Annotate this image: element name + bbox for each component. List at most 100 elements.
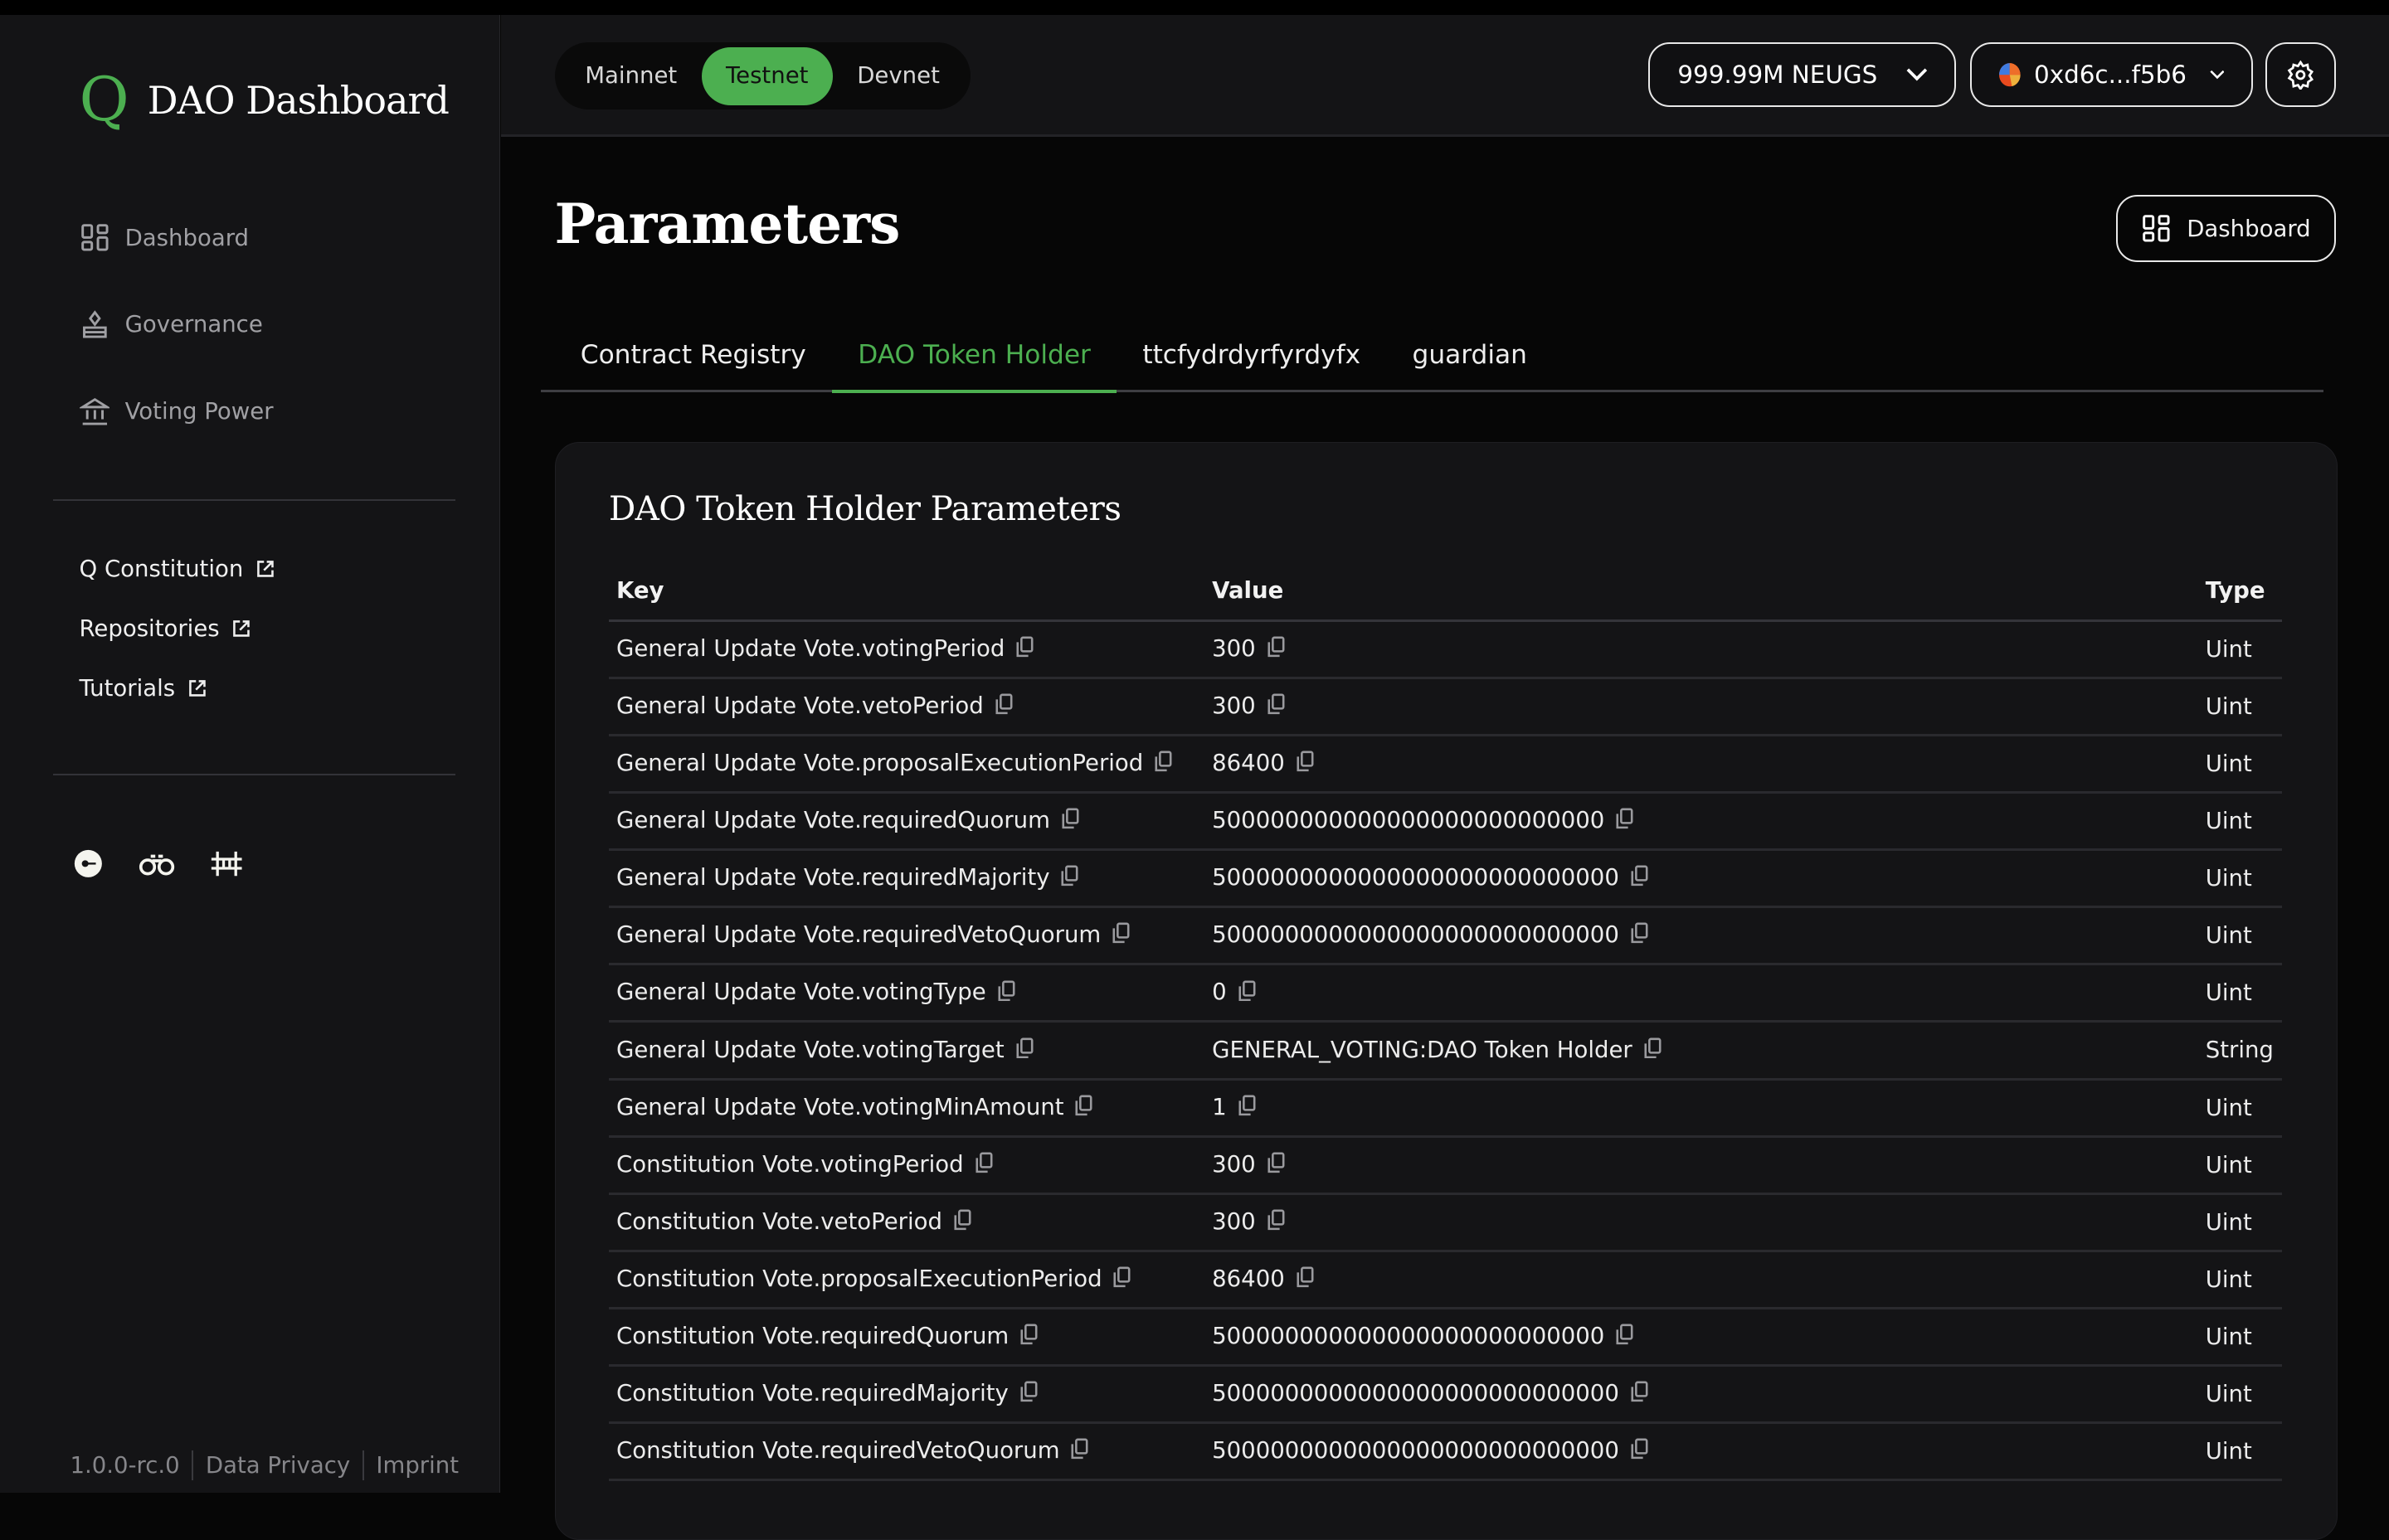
table-row: Constitution Vote.requiredQuorum 50000000…: [608, 1308, 2282, 1368]
link-q-constitution[interactable]: Q Constitution: [80, 556, 275, 582]
param-type: Uint: [2197, 735, 2282, 794]
copy-icon[interactable]: [1615, 808, 1633, 835]
copy-icon[interactable]: [1267, 636, 1285, 663]
copy-icon[interactable]: [1238, 980, 1256, 1008]
param-key: General Update Vote.votingTarget: [608, 1021, 1204, 1081]
copy-icon[interactable]: [1630, 865, 1648, 892]
copy-icon[interactable]: [1019, 1324, 1038, 1351]
param-key: General Update Vote.votingType: [608, 964, 1204, 1023]
sidebar-divider: [53, 774, 456, 775]
link-repositories[interactable]: Repositories: [80, 615, 252, 642]
settings-button[interactable]: [2265, 42, 2336, 107]
table-row: General Update Vote.votingPeriod 300 Uint: [608, 620, 2282, 679]
link-tutorials[interactable]: Tutorials: [80, 675, 207, 702]
param-type: Uint: [2197, 1079, 2282, 1138]
copy-icon[interactable]: [1112, 922, 1130, 950]
copy-icon[interactable]: [1015, 1037, 1034, 1065]
copy-icon[interactable]: [1015, 636, 1034, 663]
binoculars-icon[interactable]: [139, 847, 175, 880]
balance-dropdown[interactable]: 999.99M NEUGS: [1648, 42, 1957, 107]
imprint-link[interactable]: Imprint: [376, 1452, 459, 1479]
copy-icon[interactable]: [1154, 751, 1172, 778]
account-dropdown[interactable]: 0xd6c...f5b6: [1969, 42, 2254, 107]
copy-icon[interactable]: [1267, 693, 1285, 721]
param-value: 86400: [1204, 1251, 2198, 1309]
top-header: Mainnet Testnet Devnet 999.99M NEUGS 0xd…: [501, 15, 2389, 137]
param-key-text: General Update Vote.proposalExecutionPer…: [616, 750, 1144, 777]
page-title: Parameters: [554, 192, 901, 257]
copy-icon[interactable]: [1643, 1037, 1662, 1065]
param-type: Uint: [2197, 1422, 2282, 1482]
param-key: General Update Vote.proposalExecutionPer…: [608, 735, 1204, 794]
chevron-down-icon: [2209, 70, 2225, 79]
copy-icon[interactable]: [1630, 1381, 1648, 1408]
param-type: Uint: [2197, 1251, 2282, 1309]
table-row: Constitution Vote.requiredVetoQuorum 5000…: [608, 1422, 2282, 1482]
gear-icon: [2287, 60, 2314, 90]
account-avatar: [1998, 62, 2021, 87]
param-value-text: 300: [1212, 1150, 1256, 1178]
param-key-text: General Update Vote.vetoPeriod: [616, 692, 984, 719]
external-link-icon: [233, 620, 251, 637]
param-key-text: General Update Vote.votingType: [616, 979, 986, 1006]
footer-separator: [192, 1450, 194, 1481]
param-value-text: 0: [1212, 979, 1227, 1006]
copy-icon[interactable]: [1061, 808, 1079, 835]
column-value: Value: [1204, 561, 2198, 622]
copy-icon[interactable]: [1060, 865, 1078, 892]
table-row: Constitution Vote.votingPeriod 300 Uint: [608, 1136, 2282, 1195]
footer-separator: [362, 1450, 364, 1481]
table-row: Constitution Vote.proposalExecutionPerio…: [608, 1251, 2282, 1309]
tab-guardian[interactable]: guardian: [1386, 320, 1553, 390]
tab-ttcfydrdyrfyrdyfx[interactable]: ttcfydrdyrfyrdyfx: [1117, 320, 1386, 390]
tab-contract-registry[interactable]: Contract Registry: [541, 320, 832, 390]
param-value: 300: [1204, 1136, 2198, 1195]
sidebar-item-dashboard[interactable]: Dashboard: [80, 222, 249, 253]
copy-icon[interactable]: [1615, 1324, 1633, 1351]
param-value-text: 5000000000000000000000000000: [1212, 921, 1619, 949]
app-logo[interactable]: Q DAO Dashboard: [80, 70, 450, 130]
copy-icon[interactable]: [1630, 922, 1648, 950]
copy-icon[interactable]: [1074, 1095, 1092, 1122]
param-key: Constitution Vote.requiredQuorum: [608, 1308, 1204, 1368]
copy-icon[interactable]: [1630, 1438, 1648, 1465]
copy-icon[interactable]: [997, 980, 1015, 1008]
dashboard-button[interactable]: Dashboard: [2116, 195, 2336, 262]
sidebar-item-voting-power[interactable]: Voting Power: [79, 396, 274, 427]
data-privacy-link[interactable]: Data Privacy: [206, 1452, 350, 1479]
param-key-text: General Update Vote.requiredMajority: [616, 864, 1050, 891]
table-row: General Update Vote.votingType 0 Uint: [608, 964, 2282, 1023]
copy-icon[interactable]: [1112, 1266, 1131, 1294]
discord-icon[interactable]: [70, 847, 106, 880]
bridge-icon[interactable]: [209, 847, 246, 880]
copy-icon[interactable]: [1019, 1381, 1038, 1408]
param-value-text: 500000000000000000000000000: [1212, 1323, 1605, 1350]
param-value-text: 86400: [1212, 1266, 1285, 1293]
param-key-text: Constitution Vote.requiredVetoQuorum: [616, 1437, 1060, 1465]
balance-value: 999.99M NEUGS: [1677, 60, 1878, 89]
param-type: Uint: [2197, 620, 2282, 679]
network-testnet[interactable]: Testnet: [701, 46, 833, 105]
param-key-text: Constitution Vote.votingPeriod: [616, 1150, 964, 1178]
copy-icon[interactable]: [1267, 1209, 1285, 1236]
param-value: 500000000000000000000000000: [1204, 1308, 2198, 1368]
copy-icon[interactable]: [1070, 1438, 1088, 1465]
param-key: General Update Vote.requiredQuorum: [608, 792, 1204, 852]
copy-icon[interactable]: [995, 693, 1013, 721]
param-value: 5000000000000000000000000000: [1204, 906, 2198, 966]
param-value: 5000000000000000000000000000: [1204, 1365, 2198, 1425]
tab-dao-token-holder[interactable]: DAO Token Holder: [832, 320, 1117, 393]
copy-icon[interactable]: [1296, 751, 1314, 778]
chevron-down-icon: [1906, 68, 1927, 81]
copy-icon[interactable]: [975, 1152, 993, 1179]
sidebar-item-governance[interactable]: Governance: [80, 309, 263, 340]
copy-icon[interactable]: [1296, 1266, 1314, 1294]
network-mainnet[interactable]: Mainnet: [561, 47, 702, 105]
copy-icon[interactable]: [1267, 1152, 1285, 1179]
param-type: Uint: [2197, 1308, 2282, 1368]
copy-icon[interactable]: [1238, 1095, 1256, 1122]
version-label: 1.0.0-rc.0: [70, 1451, 180, 1479]
network-devnet[interactable]: Devnet: [833, 47, 964, 105]
copy-icon[interactable]: [953, 1209, 971, 1236]
table-row: General Update Vote.requiredQuorum 500000…: [608, 792, 2282, 852]
